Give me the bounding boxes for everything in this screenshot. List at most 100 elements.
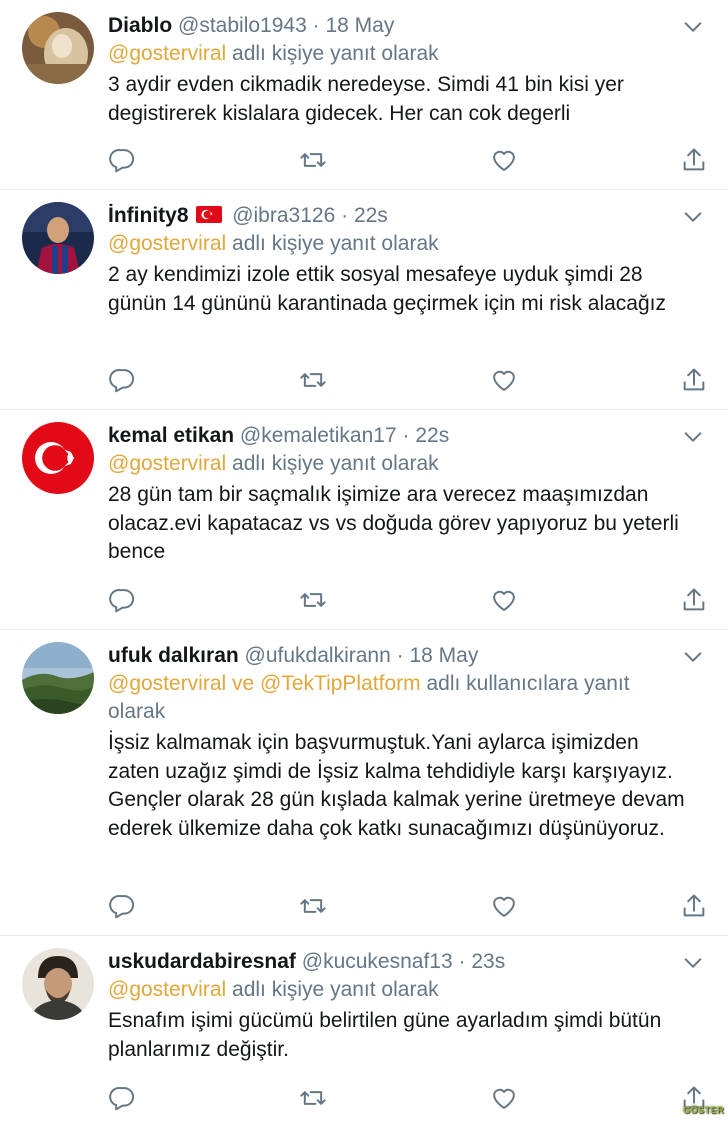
retweet-icon (300, 899, 326, 913)
reply-context: @gosterviral ve @TekTipPlatform adlı kul… (108, 670, 688, 726)
avatar[interactable] (22, 642, 94, 714)
tweet-actions (108, 366, 706, 394)
reply-context: @gosterviral adlı kişiye yanıt olarak (108, 230, 688, 258)
avatar[interactable] (22, 948, 94, 1020)
author-handle[interactable]: @ufukdalkirann (245, 644, 391, 667)
heart-icon (493, 370, 515, 391)
mention-link[interactable]: @gosterviral (108, 978, 226, 1001)
tweet[interactable]: uskudardabiresnaf @kucukesnaf13 · 23s @g… (0, 936, 728, 1124)
share-button[interactable] (680, 892, 708, 920)
like-button[interactable] (490, 586, 518, 614)
retweet-icon (300, 153, 326, 167)
separator-dot: · (341, 204, 349, 227)
avatar[interactable] (22, 202, 94, 274)
tweet[interactable]: ufuk dalkıran @ufukdalkirann · 18 May @g… (0, 630, 728, 936)
reply-button[interactable] (108, 892, 136, 920)
tweet-actions (108, 586, 706, 614)
tweet-actions (108, 1084, 706, 1112)
share-icon (683, 148, 705, 171)
tweet-text: İşsiz kalmamak için başvurmuştuk.Yani ay… (108, 731, 685, 840)
tweet[interactable]: kemal etikan @kemaletikan17 · 22s @goste… (0, 410, 728, 630)
timestamp[interactable]: 22s (354, 204, 388, 227)
author-name[interactable]: ufuk dalkıran (108, 644, 239, 667)
heart-icon (493, 896, 515, 917)
timestamp[interactable]: 18 May (409, 644, 478, 667)
share-icon (683, 588, 705, 611)
chevron-down-icon[interactable] (682, 206, 704, 228)
separator-dot: · (396, 644, 404, 667)
timestamp[interactable]: 18 May (325, 14, 394, 37)
reply-icon (109, 369, 135, 393)
tweet-text: 2 ay kendimizi izole ettik sosyal mesafe… (108, 263, 666, 315)
tweet[interactable]: İnfinity8 @ibra3126 · 22s @gosterviral a… (0, 190, 728, 410)
reply-button[interactable] (108, 1084, 136, 1112)
author-handle[interactable]: @ibra3126 (232, 204, 335, 227)
watermark-text: GÖSTER (682, 1105, 724, 1115)
separator-dot: · (402, 424, 410, 447)
retweet-icon (300, 373, 326, 387)
author-name[interactable]: Diablo (108, 14, 172, 37)
reply-button[interactable] (108, 146, 136, 174)
author-name[interactable]: uskudardabiresnaf (108, 950, 296, 973)
heart-icon (493, 590, 515, 611)
share-button[interactable] (680, 586, 708, 614)
retweet-button[interactable] (299, 892, 327, 920)
tweet-text: Esnafım işimi gücümü belirtilen güne aya… (108, 1009, 662, 1061)
reply-icon (109, 589, 135, 613)
reply-icon (109, 895, 135, 919)
tweet-actions (108, 892, 706, 920)
author-handle[interactable]: @kemaletikan17 (240, 424, 397, 447)
reply-context-label: adlı kişiye yanıt olarak (232, 232, 439, 255)
reply-button[interactable] (108, 586, 136, 614)
reply-context-label: adlı kişiye yanıt olarak (232, 452, 439, 475)
mention-link[interactable]: @gosterviral ve @TekTipPlatform (108, 672, 421, 695)
heart-icon (493, 150, 515, 171)
like-button[interactable] (490, 146, 518, 174)
heart-icon (493, 1088, 515, 1109)
reply-icon (109, 1087, 135, 1111)
retweet-button[interactable] (299, 146, 327, 174)
author-name[interactable]: İnfinity8 (108, 204, 189, 227)
retweet-button[interactable] (299, 586, 327, 614)
reply-context-label: adlı kişiye yanıt olarak (232, 42, 439, 65)
reply-icon (109, 149, 135, 173)
reply-context-label: adlı kişiye yanıt olarak (232, 978, 439, 1001)
chevron-down-icon[interactable] (682, 646, 704, 668)
author-handle[interactable]: @kucukesnaf13 (302, 950, 453, 973)
reply-button[interactable] (108, 366, 136, 394)
reply-context: @gosterviral adlı kişiye yanıt olarak (108, 976, 688, 1004)
mention-link[interactable]: @gosterviral (108, 42, 226, 65)
like-button[interactable] (490, 892, 518, 920)
reply-context: @gosterviral adlı kişiye yanıt olarak (108, 450, 688, 478)
like-button[interactable] (490, 366, 518, 394)
share-button[interactable] (680, 366, 708, 394)
chevron-down-icon[interactable] (682, 952, 704, 974)
author-name[interactable]: kemal etikan (108, 424, 234, 447)
watermark-logo: GÖSTER (683, 1105, 724, 1122)
share-button[interactable] (680, 146, 708, 174)
tweet[interactable]: Diablo @stabilo1943 · 18 May @gostervira… (0, 0, 728, 190)
retweet-button[interactable] (299, 1084, 327, 1112)
tweet-text: 28 gün tam bir saçmalık işimize ara vere… (108, 483, 679, 563)
reply-context: @gosterviral adlı kişiye yanıt olarak (108, 40, 688, 68)
like-button[interactable] (490, 1084, 518, 1112)
timestamp[interactable]: 22s (415, 424, 449, 447)
retweet-icon (300, 593, 326, 607)
turkey-flag-icon (196, 206, 223, 223)
tweet-actions (108, 146, 706, 174)
retweet-icon (300, 1091, 326, 1105)
avatar[interactable] (22, 422, 94, 494)
timestamp[interactable]: 23s (471, 950, 505, 973)
chevron-down-icon[interactable] (682, 426, 704, 448)
share-icon (683, 894, 705, 917)
retweet-button[interactable] (299, 366, 327, 394)
mention-link[interactable]: @gosterviral (108, 452, 226, 475)
share-icon (683, 368, 705, 391)
avatar[interactable] (22, 12, 94, 84)
separator-dot: · (458, 950, 466, 973)
tweet-text: 3 aydir evden cikmadik neredeyse. Simdi … (108, 73, 624, 125)
separator-dot: · (312, 14, 320, 37)
chevron-down-icon[interactable] (682, 16, 704, 38)
author-handle[interactable]: @stabilo1943 (178, 14, 307, 37)
mention-link[interactable]: @gosterviral (108, 232, 226, 255)
